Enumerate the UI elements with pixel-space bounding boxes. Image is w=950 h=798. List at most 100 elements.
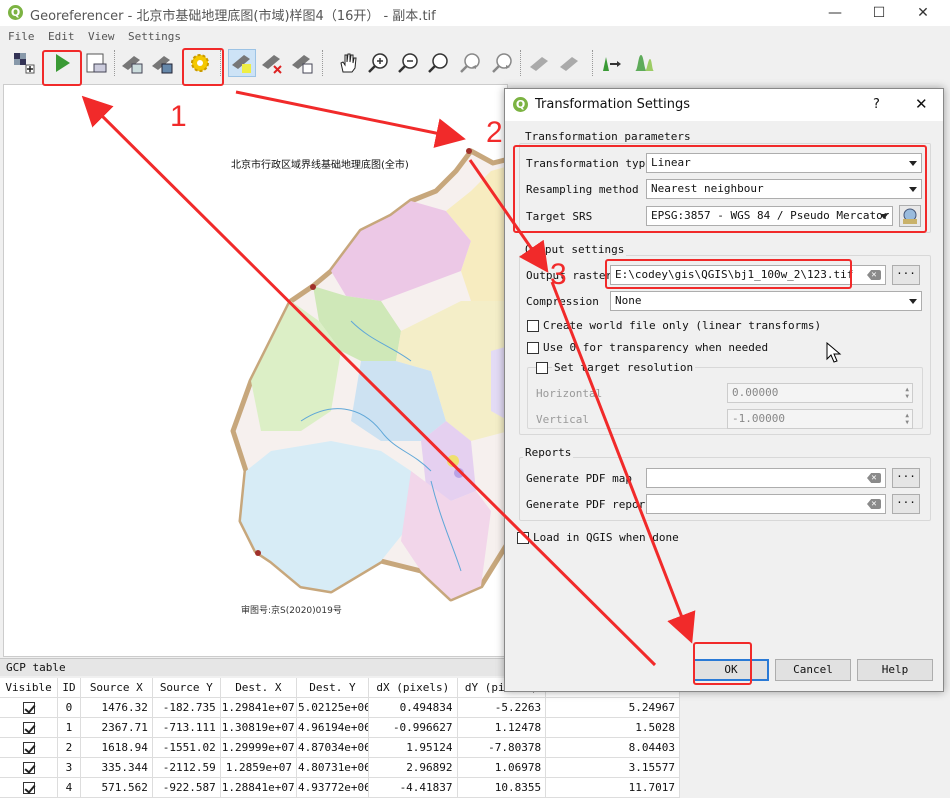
gcp-dest-y[interactable]: 4.80731e+06 (296, 757, 370, 778)
zoom-in-icon[interactable] (364, 49, 392, 77)
gcp-dest-x[interactable]: 1.2859e+07 (220, 757, 297, 778)
gcp-id: 4 (57, 777, 81, 798)
pdf-map-browse-button[interactable]: ··· (892, 468, 920, 488)
load-gcp-icon[interactable] (118, 49, 146, 77)
menu-view[interactable]: View (88, 30, 115, 43)
maximize-button[interactable]: ☐ (856, 0, 902, 26)
gcp-dest-y[interactable]: 4.96194e+06 (296, 717, 370, 738)
col-id[interactable]: ID (57, 678, 81, 698)
vertical-resolution-input[interactable]: -1.00000 ▲ ▼ (727, 409, 913, 429)
output-raster-label: Output raster (526, 269, 613, 282)
vertical-label: Vertical (536, 413, 589, 426)
close-button[interactable]: ✕ (900, 0, 946, 26)
title-bar: Q Georeferencer - 北京市基础地理底图(市域)样图4（16开） … (0, 0, 950, 26)
gcp-source-y[interactable]: -182.735 (152, 697, 221, 718)
table-row[interactable]: 0 1476.32 -182.735 1.29841e+07 5.02125e+… (0, 697, 680, 718)
dialog-close-button[interactable]: ✕ (915, 95, 928, 113)
col-dest-y[interactable]: Dest. Y (296, 678, 370, 698)
clear-icon[interactable]: ✕ (867, 270, 881, 280)
table-row[interactable]: 2 1618.94 -1551.02 1.29999e+07 4.87034e+… (0, 737, 680, 758)
full-histogram-stretch-icon[interactable] (598, 49, 626, 77)
menu-edit[interactable]: Edit (48, 30, 75, 43)
col-source-y[interactable]: Source Y (152, 678, 221, 698)
gcp-source-y[interactable]: -713.111 (152, 717, 221, 738)
gcp-dest-y[interactable]: 5.02125e+06 (296, 697, 370, 718)
help-button[interactable]: Help (857, 659, 933, 681)
gcp-source-x[interactable]: 571.562 (80, 777, 153, 798)
gcp-residual: 1.5028 (545, 717, 680, 738)
visible-checkbox[interactable] (22, 741, 35, 754)
clear-icon[interactable]: ✕ (867, 473, 881, 483)
annotation-box-settings (182, 48, 224, 86)
visible-checkbox[interactable] (22, 761, 35, 774)
gcp-source-y[interactable]: -1551.02 (152, 737, 221, 758)
gcp-dest-x[interactable]: 1.29999e+07 (220, 737, 297, 758)
add-point-icon[interactable] (228, 49, 256, 77)
zoom-last-icon[interactable] (456, 49, 484, 77)
output-raster-browse-button[interactable]: ··· (892, 265, 920, 285)
dialog-help-button[interactable]: ? (873, 97, 880, 112)
table-row[interactable]: 3 335.344 -2112.59 1.2859e+07 4.80731e+0… (0, 757, 680, 778)
world-file-checkbox[interactable] (527, 320, 539, 332)
gcp-dest-x[interactable]: 1.29841e+07 (220, 697, 297, 718)
transformation-parameters-title: Transformation parameters (523, 130, 693, 143)
zoom-out-icon[interactable] (394, 49, 422, 77)
link-georeferencer-icon[interactable] (526, 49, 554, 77)
delete-point-icon[interactable] (258, 49, 286, 77)
vertical-value: -1.00000 (732, 412, 785, 425)
link-qgis-icon[interactable] (556, 49, 584, 77)
use-zero-transparency-label: Use 0 for transparency when needed (543, 341, 769, 354)
set-target-resolution-checkbox[interactable] (536, 362, 548, 374)
spin-arrows-icon[interactable]: ▲ ▼ (905, 386, 909, 400)
move-gcp-icon[interactable] (288, 49, 316, 77)
gcp-dy: 1.06978 (457, 757, 547, 778)
table-row[interactable]: 1 2367.71 -713.111 1.30819e+07 4.96194e+… (0, 717, 680, 738)
col-source-x[interactable]: Source X (80, 678, 153, 698)
compression-select[interactable]: None (610, 291, 922, 311)
gcp-residual: 11.7017 (545, 777, 680, 798)
visible-checkbox[interactable] (22, 701, 35, 714)
menu-settings[interactable]: Settings (128, 30, 181, 43)
generate-pdf-map-input[interactable]: ✕ (646, 468, 886, 488)
load-in-qgis-checkbox[interactable] (517, 532, 529, 544)
clear-icon[interactable]: ✕ (867, 499, 881, 509)
use-zero-transparency-checkbox[interactable] (527, 342, 539, 354)
horizontal-resolution-input[interactable]: 0.00000 ▲ ▼ (727, 383, 913, 403)
gcp-id: 1 (57, 717, 81, 738)
map-canvas[interactable]: 北京市行政区域界线基础地理底图(全市) 审图号:京S(2020)019号 (3, 84, 508, 657)
gcp-dest-x[interactable]: 1.28841e+07 (220, 777, 297, 798)
add-raster-icon[interactable] (10, 49, 38, 77)
col-visible[interactable]: Visible (0, 678, 59, 698)
cancel-button[interactable]: Cancel (775, 659, 851, 681)
gcp-source-y[interactable]: -922.587 (152, 777, 221, 798)
local-histogram-stretch-icon[interactable] (630, 49, 658, 77)
visible-checkbox[interactable] (22, 721, 35, 734)
table-row[interactable]: 4 571.562 -922.587 1.28841e+07 4.93772e+… (0, 777, 680, 798)
gcp-dest-y[interactable]: 4.87034e+06 (296, 737, 370, 758)
menu-file[interactable]: File (8, 30, 35, 43)
zoom-to-layer-icon[interactable] (424, 49, 452, 77)
visible-checkbox[interactable] (22, 781, 35, 794)
gcp-source-x[interactable]: 2367.71 (80, 717, 153, 738)
zoom-next-icon[interactable] (488, 49, 516, 77)
gcp-source-y[interactable]: -2112.59 (152, 757, 221, 778)
load-in-qgis-label: Load in QGIS when done (533, 531, 679, 544)
gcp-source-x[interactable]: 1476.32 (80, 697, 153, 718)
horizontal-value: 0.00000 (732, 386, 779, 399)
gcp-dy: 10.8355 (457, 777, 547, 798)
pan-icon[interactable] (334, 49, 362, 77)
spin-arrows-icon[interactable]: ▲ ▼ (905, 412, 909, 426)
gcp-dest-x[interactable]: 1.30819e+07 (220, 717, 297, 738)
minimize-button[interactable]: — (812, 0, 858, 26)
save-gcp-icon[interactable] (148, 49, 176, 77)
gcp-dest-y[interactable]: 4.93772e+06 (296, 777, 370, 798)
generate-gdal-script-icon[interactable] (82, 49, 110, 77)
col-dest-x[interactable]: Dest. X (220, 678, 297, 698)
gcp-dx: -4.41837 (368, 777, 458, 798)
annotation-number-3: 3 (550, 258, 567, 291)
col-dx[interactable]: dX (pixels) (368, 678, 458, 698)
gcp-source-x[interactable]: 335.344 (80, 757, 153, 778)
pdf-report-browse-button[interactable]: ··· (892, 494, 920, 514)
gcp-source-x[interactable]: 1618.94 (80, 737, 153, 758)
generate-pdf-report-input[interactable]: ✕ (646, 494, 886, 514)
